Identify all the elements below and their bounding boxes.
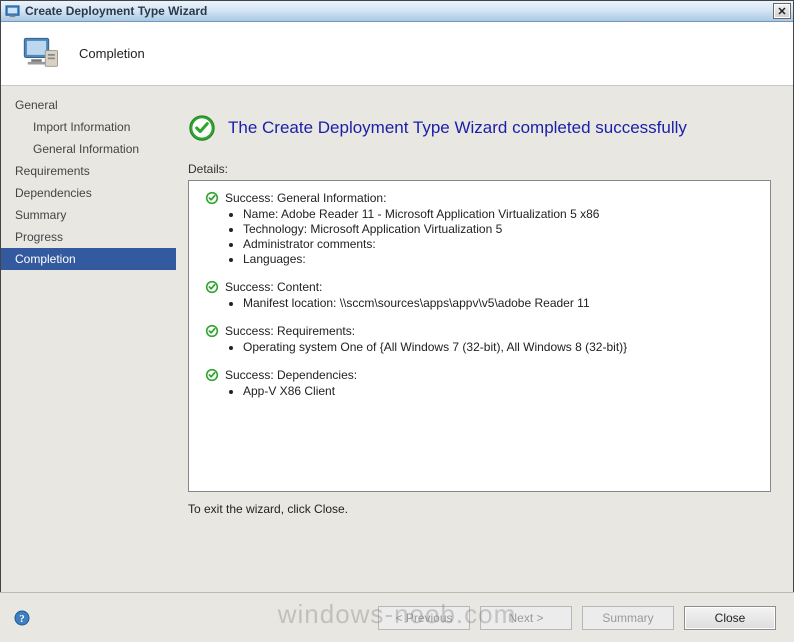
success-check-icon (205, 280, 219, 294)
titlebar: Create Deployment Type Wizard ✕ (1, 1, 793, 22)
app-icon (5, 4, 20, 19)
success-check-icon (205, 368, 219, 382)
sidebar-item-import-information[interactable]: Import Information (1, 116, 176, 138)
details-box: Success: General Information: Name: Adobe… (188, 180, 771, 492)
details-line: Technology: Microsoft Application Virtua… (243, 222, 754, 236)
details-line: Languages: (243, 252, 754, 266)
details-line: App-V X86 Client (243, 384, 754, 398)
details-line: Name: Adobe Reader 11 - Microsoft Applic… (243, 207, 754, 221)
sidebar-item-requirements[interactable]: Requirements (1, 160, 176, 182)
details-list: Name: Adobe Reader 11 - Microsoft Applic… (243, 207, 754, 266)
wizard-button-row: ? < Previous Next > Summary Close window… (0, 592, 794, 642)
details-section-title: Success: General Information: (225, 191, 386, 205)
svg-text:?: ? (19, 613, 25, 625)
success-message: The Create Deployment Type Wizard comple… (228, 118, 687, 138)
details-line: Administrator comments: (243, 237, 754, 251)
details-section: Success: Dependencies: App-V X86 Client (205, 368, 754, 398)
details-section: Success: General Information: Name: Adobe… (205, 191, 754, 266)
window-close-button[interactable]: ✕ (773, 3, 791, 19)
exit-instruction: To exit the wizard, click Close. (188, 502, 771, 516)
sidebar-item-completion[interactable]: Completion (1, 248, 176, 270)
details-line: Operating system One of {All Windows 7 (… (243, 340, 754, 354)
success-check-icon (188, 114, 216, 142)
sidebar-item-general-information[interactable]: General Information (1, 138, 176, 160)
details-section-header: Success: Content: (205, 280, 754, 294)
summary-button: Summary (582, 606, 674, 630)
monitor-icon (19, 33, 61, 75)
close-button[interactable]: Close (684, 606, 776, 630)
success-check-icon (205, 324, 219, 338)
details-label: Details: (188, 162, 771, 176)
sidebar-item-general[interactable]: General (1, 94, 176, 116)
details-section-header: Success: Requirements: (205, 324, 754, 338)
sidebar-item-dependencies[interactable]: Dependencies (1, 182, 176, 204)
details-section: Success: Content: Manifest location: \\sc… (205, 280, 754, 310)
details-section: Success: Requirements: Operating system O… (205, 324, 754, 354)
help-icon[interactable]: ? (14, 610, 30, 626)
window-title: Create Deployment Type Wizard (25, 4, 773, 18)
details-list: App-V X86 Client (243, 384, 754, 398)
success-header: The Create Deployment Type Wizard comple… (188, 114, 771, 142)
details-list: Manifest location: \\sccm\sources\apps\a… (243, 296, 754, 310)
success-check-icon (205, 191, 219, 205)
sidebar-item-progress[interactable]: Progress (1, 226, 176, 248)
wizard-header: Completion (1, 22, 793, 86)
details-section-header: Success: Dependencies: (205, 368, 754, 382)
previous-button: < Previous (378, 606, 470, 630)
page-heading: Completion (79, 46, 145, 61)
details-section-title: Success: Dependencies: (225, 368, 357, 382)
details-section-header: Success: General Information: (205, 191, 754, 205)
details-list: Operating system One of {All Windows 7 (… (243, 340, 754, 354)
details-line: Manifest location: \\sccm\sources\apps\a… (243, 296, 754, 310)
wizard-sidebar: GeneralImport InformationGeneral Informa… (1, 86, 176, 592)
details-section-title: Success: Requirements: (225, 324, 355, 338)
sidebar-item-summary[interactable]: Summary (1, 204, 176, 226)
close-icon: ✕ (777, 5, 786, 18)
wizard-content: The Create Deployment Type Wizard comple… (176, 86, 793, 592)
details-section-title: Success: Content: (225, 280, 322, 294)
next-button: Next > (480, 606, 572, 630)
